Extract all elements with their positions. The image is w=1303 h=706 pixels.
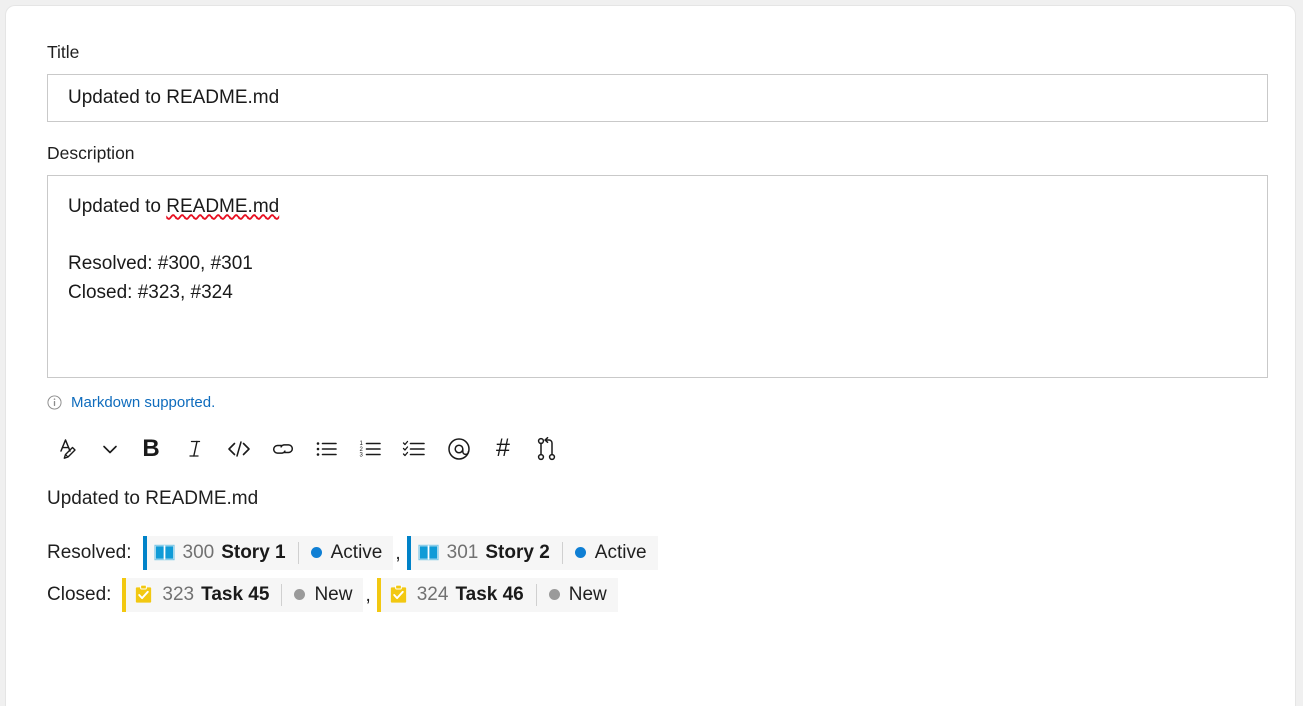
work-item-state: Active (594, 541, 647, 563)
svg-text:3: 3 (360, 452, 364, 458)
clipboard-check-icon (390, 585, 406, 604)
description-blank-line (68, 222, 1247, 250)
bulleted-list-icon (316, 441, 337, 456)
description-textarea[interactable]: Updated to README.md Resolved: #300, #30… (47, 174, 1268, 378)
mention-icon (448, 438, 470, 460)
bold-icon-button[interactable]: B (129, 429, 173, 469)
description-line-resolved: Resolved: #300, #301 (68, 252, 253, 274)
title-field-label: Title (47, 42, 80, 62)
state-dot-new (294, 589, 306, 601)
chip-divider (297, 541, 299, 564)
work-item-name: Story 2 (485, 541, 550, 563)
branch-icon-button[interactable] (525, 429, 569, 469)
bold-icon: B (142, 434, 160, 462)
markdown-toolbar: B 1 2 3 # (47, 427, 1262, 471)
branch-icon (537, 436, 556, 460)
work-item-id: 301 (446, 541, 479, 563)
chevron-down-icon (103, 445, 117, 454)
chip-row-resolved: Resolved: 300 Story 1 Active , 301 Story… (47, 534, 1262, 571)
clipboard-check-icon (136, 585, 152, 604)
link-icon (272, 443, 294, 454)
code-icon-button[interactable] (217, 429, 261, 469)
markdown-supported-note: Markdown supported. (47, 393, 1262, 413)
work-item-form-card: Title Description Updated to README.md R… (6, 6, 1295, 706)
work-item-chip-rows: Resolved: 300 Story 1 Active , 301 Story… (47, 534, 1262, 613)
text-style-icon (60, 439, 76, 459)
book-icon (418, 545, 439, 561)
chip-divider (535, 583, 537, 606)
work-item-name: Story 1 (221, 541, 286, 563)
checklist-icon (402, 440, 425, 456)
hashtag-icon: # (496, 434, 510, 463)
state-dot-new (548, 589, 560, 601)
link-icon-button[interactable] (261, 429, 305, 469)
info-circle-icon (47, 395, 62, 410)
chip-separator-comma: , (365, 585, 371, 607)
work-item-chip-324[interactable]: 324 Task 46 New (376, 577, 618, 612)
code-icon (228, 441, 250, 457)
mention-icon-button[interactable] (437, 429, 481, 469)
chip-row-label-closed: Closed: (47, 583, 112, 605)
chip-divider (281, 583, 283, 606)
title-input[interactable] (47, 73, 1268, 122)
italic-icon-button[interactable] (173, 429, 217, 469)
work-item-state: New (314, 583, 353, 605)
work-item-id: 324 (416, 583, 449, 605)
work-item-chip-301[interactable]: 301 Story 2 Active (406, 535, 658, 570)
chip-row-closed: Closed: 323 Task 45 New , 324 Task 46 Ne… (47, 576, 1262, 613)
description-line-1: Updated to README.md (68, 193, 1247, 222)
state-dot-active (574, 547, 586, 559)
work-item-state: New (568, 583, 607, 605)
hashtag-icon-button[interactable]: # (481, 429, 525, 469)
markdown-supported-link[interactable]: Markdown supported. (71, 394, 215, 411)
work-item-name: Task 45 (201, 583, 270, 605)
numbered-list-icon-button[interactable]: 1 2 3 (349, 429, 393, 469)
description-field-label: Description (47, 142, 135, 163)
chip-divider (561, 541, 563, 564)
chevron-down-icon-button[interactable] (91, 429, 129, 469)
work-item-state: Active (330, 541, 383, 563)
italic-icon (189, 440, 201, 457)
preview-heading: Updated to README.md (47, 487, 259, 509)
work-item-id: 300 (182, 541, 215, 563)
work-item-chip-300[interactable]: 300 Story 1 Active (142, 535, 394, 570)
bulleted-list-icon-button[interactable] (305, 429, 349, 469)
numbered-list-icon: 1 2 3 (360, 441, 381, 458)
work-item-chip-323[interactable]: 323 Task 45 New (122, 577, 364, 612)
chip-row-label-resolved: Resolved: (47, 541, 132, 563)
state-dot-active (310, 547, 322, 559)
spellcheck-word: README.md (166, 195, 280, 217)
text-style-icon-button[interactable] (47, 429, 91, 469)
description-line-closed: Closed: #323, #324 (68, 281, 233, 303)
description-prefix: Updated to (68, 195, 167, 217)
work-item-id: 323 (162, 583, 195, 605)
book-icon (153, 545, 175, 561)
work-item-name: Task 46 (455, 583, 524, 605)
chip-separator-comma: , (395, 543, 401, 565)
checklist-icon-button[interactable] (393, 429, 437, 469)
